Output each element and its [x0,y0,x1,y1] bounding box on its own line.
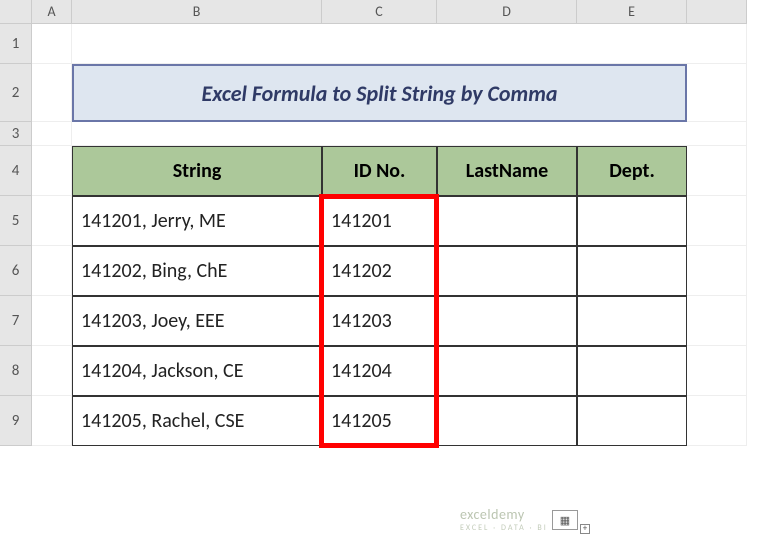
cell-B3[interactable] [72,122,747,146]
cell-F9[interactable] [687,396,747,446]
row-header-3[interactable]: 3 [0,122,32,146]
cell-C6[interactable]: 141202 [322,246,437,296]
row-header-4[interactable]: 4 [0,146,32,196]
cell-B9[interactable]: 141205, Rachel, CSE [72,396,322,446]
cell-C7[interactable]: 141203 [322,296,437,346]
cell-A4[interactable] [32,146,72,196]
cell-E7[interactable] [577,296,687,346]
cell-D8[interactable] [437,346,577,396]
cell-B7[interactable]: 141203, Joey, EEE [72,296,322,346]
row-header-9[interactable]: 9 [0,396,32,446]
col-header-B[interactable]: B [72,0,322,24]
cell-C9[interactable]: 141205 [322,396,437,446]
col-header-A[interactable]: A [32,0,72,24]
cell-A8[interactable] [32,346,72,396]
cell-D6[interactable] [437,246,577,296]
cell-F7[interactable] [687,296,747,346]
col-header-D[interactable]: D [437,0,577,24]
cell-E5[interactable] [577,196,687,246]
row-header-8[interactable]: 8 [0,346,32,396]
watermark: exceldemy EXCEL · DATA · BI [460,506,548,533]
col-header-E[interactable]: E [577,0,687,24]
title-cell[interactable]: Excel Formula to Split String by Comma [72,64,687,122]
cell-A6[interactable] [32,246,72,296]
cell-A9[interactable] [32,396,72,446]
cell-F2[interactable] [687,64,747,122]
fill-icon: ▦ [560,514,570,527]
cell-B1[interactable] [72,24,747,64]
autofill-plus-icon[interactable]: + [580,524,590,534]
cell-C5[interactable]: 141201 [322,196,437,246]
cell-D9[interactable] [437,396,577,446]
row-header-2[interactable]: 2 [0,64,32,122]
cell-D7[interactable] [437,296,577,346]
col-header-blank[interactable] [687,0,747,24]
cell-B5[interactable]: 141201, Jerry, ME [72,196,322,246]
cell-F4[interactable] [687,146,747,196]
header-lastname[interactable]: LastName [437,146,577,196]
row-header-6[interactable]: 6 [0,246,32,296]
col-header-C[interactable]: C [322,0,437,24]
cell-F5[interactable] [687,196,747,246]
cell-A1[interactable] [32,24,72,64]
cell-A5[interactable] [32,196,72,246]
header-dept[interactable]: Dept. [577,146,687,196]
cell-F6[interactable] [687,246,747,296]
cell-E9[interactable] [577,396,687,446]
cell-E8[interactable] [577,346,687,396]
cell-D5[interactable] [437,196,577,246]
select-all-corner[interactable] [0,0,32,24]
spreadsheet-grid[interactable]: A B C D E 1 2 Excel Formula to Split Str… [0,0,768,446]
row-header-7[interactable]: 7 [0,296,32,346]
watermark-main: exceldemy [460,506,525,523]
watermark-sub: EXCEL · DATA · BI [460,523,548,533]
cell-B8[interactable]: 141204, Jackson, CE [72,346,322,396]
cell-A3[interactable] [32,122,72,146]
cell-F8[interactable] [687,346,747,396]
header-string[interactable]: String [72,146,322,196]
header-id[interactable]: ID No. [322,146,437,196]
row-header-5[interactable]: 5 [0,196,32,246]
row-header-1[interactable]: 1 [0,24,32,64]
cell-A7[interactable] [32,296,72,346]
autofill-options-icon[interactable]: ▦ [552,510,578,530]
cell-C8[interactable]: 141204 [322,346,437,396]
cell-B6[interactable]: 141202, Bing, ChE [72,246,322,296]
cell-E6[interactable] [577,246,687,296]
cell-A2[interactable] [32,64,72,122]
